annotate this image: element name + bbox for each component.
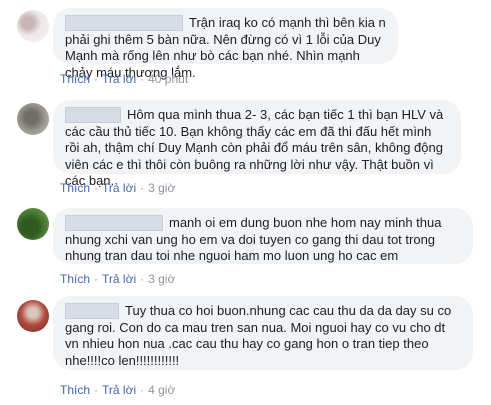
comment-actions: Thích · Trả lời · 3 giờ <box>60 181 176 195</box>
author-name-redacted[interactable] <box>65 215 163 231</box>
comment-bubble: Trận iraq ko có mạnh thì bên kia n phải … <box>53 8 398 80</box>
comment-timestamp[interactable]: 40 phút <box>148 72 188 86</box>
like-link[interactable]: Thích <box>60 72 90 86</box>
comment-actions: Thích · Trả lời · 4 giờ <box>60 383 176 397</box>
avatar[interactable] <box>17 103 49 135</box>
comment-text: Hôm qua mình thua 2- 3, các bạn tiếc 1 t… <box>65 107 444 188</box>
avatar[interactable] <box>17 10 49 42</box>
comment-text: Tuy thua co hoi buon.nhung cac cau thu d… <box>65 303 452 368</box>
reply-link[interactable]: Trả lời <box>102 272 136 286</box>
comment-bubble: Hôm qua mình thua 2- 3, các bạn tiếc 1 t… <box>53 100 461 188</box>
comment-timestamp[interactable]: 3 giờ <box>148 272 175 286</box>
comment-timestamp[interactable]: 4 giờ <box>148 383 175 397</box>
reply-link[interactable]: Trả lời <box>102 72 136 86</box>
author-name-redacted[interactable] <box>65 303 119 319</box>
author-name-redacted[interactable] <box>65 15 183 31</box>
avatar[interactable] <box>17 208 49 240</box>
comment-actions: Thích · Trả lời · 3 giờ <box>60 272 176 286</box>
like-link[interactable]: Thích <box>60 181 90 195</box>
comment-actions: Thích · Trả lời · 40 phút <box>60 72 189 86</box>
author-name-redacted[interactable] <box>65 107 121 123</box>
comment-timestamp[interactable]: 3 giờ <box>148 181 175 195</box>
reply-link[interactable]: Trả lời <box>102 181 136 195</box>
like-link[interactable]: Thích <box>60 272 90 286</box>
like-link[interactable]: Thích <box>60 383 90 397</box>
comment-bubble: manh oi em dung buon nhe hom nay minh th… <box>53 208 473 264</box>
comment-bubble: Tuy thua co hoi buon.nhung cac cau thu d… <box>53 296 473 370</box>
avatar[interactable] <box>17 300 49 332</box>
reply-link[interactable]: Trả lời <box>102 383 136 397</box>
